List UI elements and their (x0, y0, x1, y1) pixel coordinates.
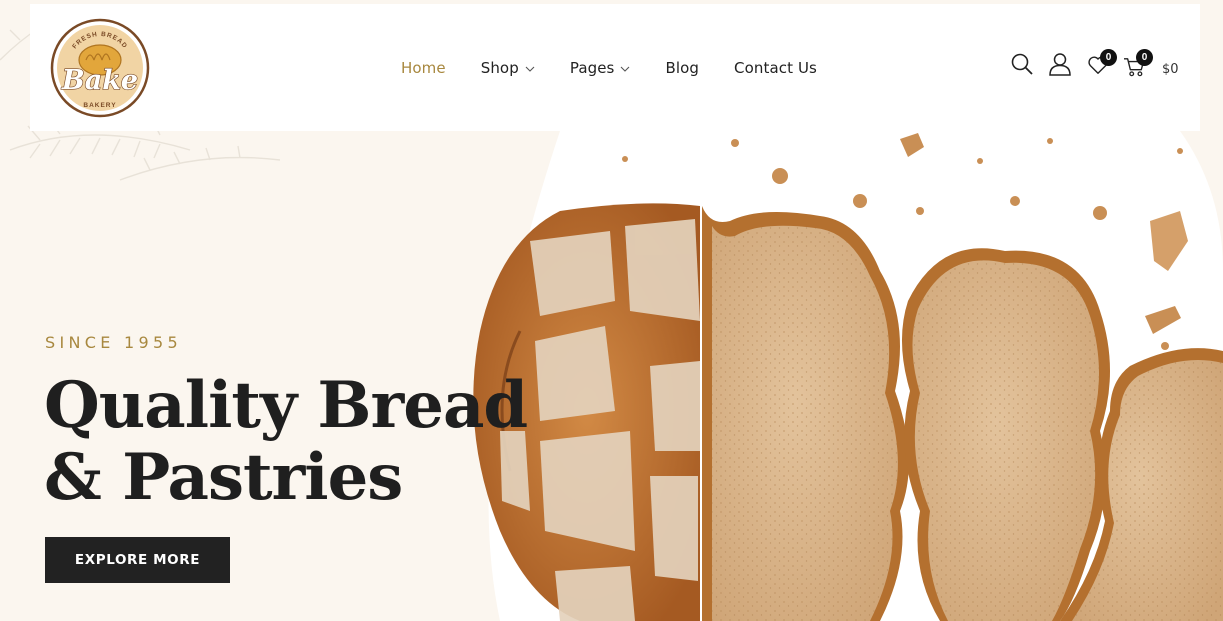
nav-home[interactable]: Home (401, 59, 446, 77)
svg-text:BAKERY: BAKERY (83, 102, 116, 109)
user-icon[interactable] (1048, 52, 1072, 76)
nav-contact-us[interactable]: Contact Us (734, 59, 817, 77)
cart-total: $0 (1162, 62, 1179, 77)
header-actions: 0 0 $0 (1010, 49, 1200, 80)
hero-title: Quality Bread & Pastries (44, 368, 528, 515)
hero-title-line2: & Pastries (44, 440, 403, 515)
svg-text:Bake: Bake (61, 65, 138, 96)
chevron-down-icon (525, 66, 535, 72)
nav-home-label: Home (401, 59, 446, 77)
search-icon[interactable] (1010, 52, 1034, 76)
explore-more-button[interactable]: EXPLORE MORE (45, 537, 230, 583)
nav-pages-label: Pages (569, 59, 615, 77)
hero-eyebrow: SINCE 1955 (45, 333, 182, 352)
chevron-down-icon (621, 66, 630, 72)
main-nav: Home Shop Pages Blog Contact Us (401, 58, 817, 78)
nav-pages[interactable]: Pages (570, 59, 631, 77)
nav-contact-label: Contact Us (734, 59, 817, 77)
nav-shop-label: Shop (480, 59, 519, 77)
hero-title-line1: Quality Bread (44, 368, 528, 443)
wishlist-button[interactable]: 0 (1087, 49, 1117, 76)
site-header: FRESH BREAD Bake BAKERY Home Shop Pages … (30, 4, 1200, 131)
nav-blog-label: Blog (665, 59, 700, 77)
cart-button[interactable]: 0 (1123, 49, 1153, 77)
nav-blog[interactable]: Blog (665, 59, 699, 77)
cart-count-badge: 0 (1136, 49, 1153, 66)
wishlist-count-badge: 0 (1100, 49, 1117, 66)
bake-logo[interactable]: FRESH BREAD Bake BAKERY (50, 18, 150, 118)
hero-bread-image (440, 131, 1223, 621)
nav-shop[interactable]: Shop (481, 59, 535, 77)
